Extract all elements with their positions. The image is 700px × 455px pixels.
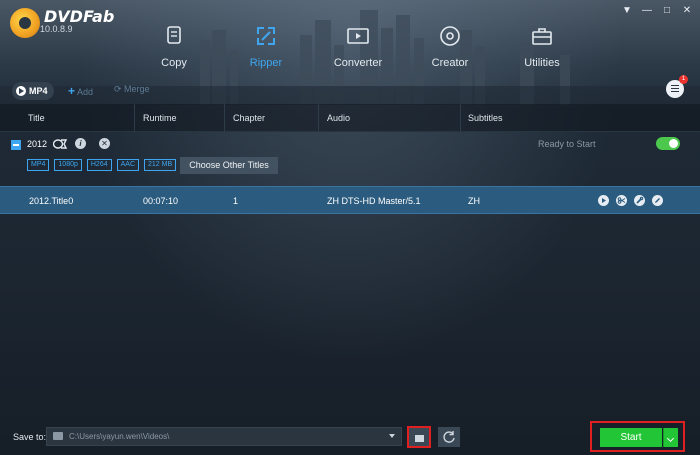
cell-title: 2012.Title0 — [29, 196, 74, 206]
tab-utilities[interactable]: Utilities — [496, 20, 588, 76]
browse-folder-button[interactable] — [407, 426, 431, 448]
merge-icon: ⟳ — [114, 84, 125, 94]
table-row[interactable]: 2012.Title0 00:07:10 1 ZH DTS-HD Master/… — [0, 186, 700, 214]
merge-button[interactable]: ⟳ Merge — [114, 84, 150, 95]
refresh-icon — [443, 431, 455, 443]
folder-icon — [53, 432, 63, 440]
disc-title: 2012 — [27, 139, 48, 149]
tab-copy-label: Copy — [161, 57, 187, 69]
tab-ripper-label: Ripper — [249, 57, 283, 69]
tab-converter[interactable]: Converter — [312, 20, 404, 76]
tab-creator[interactable]: Creator — [404, 20, 496, 76]
output-path-field[interactable]: C:\Users\yayun.wen\Videos\ — [46, 427, 402, 446]
open-folder-icon — [415, 435, 424, 442]
ripper-icon — [257, 27, 275, 45]
merge-label: Merge — [124, 84, 150, 94]
tab-ripper[interactable]: Ripper — [220, 20, 312, 76]
cell-audio[interactable]: ZH DTS-HD Master/5.1 — [327, 196, 421, 206]
minimize-icon[interactable]: — — [642, 6, 652, 16]
chevron-down-icon[interactable] — [389, 434, 395, 438]
creator-icon — [440, 26, 460, 46]
start-options-dropdown[interactable] — [663, 428, 678, 447]
wrench-icon[interactable] — [634, 195, 645, 206]
choose-other-titles-button[interactable]: Choose Other Titles — [180, 157, 278, 174]
list-icon — [671, 85, 679, 93]
header-divider — [318, 104, 319, 132]
scissors-icon[interactable] — [616, 195, 627, 206]
maximize-icon[interactable]: □ — [662, 6, 672, 16]
header-divider — [460, 104, 461, 132]
play-icon[interactable] — [598, 195, 609, 206]
header-audio: Audio — [327, 113, 351, 123]
app-version: 10.0.8.9 — [40, 24, 73, 34]
enable-toggle[interactable] — [656, 137, 680, 150]
module-tabs: Copy Ripper Converter Creator Utilities — [128, 20, 588, 76]
plus-icon: + — [68, 84, 76, 98]
tag-video-codec: H264 — [86, 159, 112, 171]
refresh-button[interactable] — [438, 427, 460, 447]
table-header: Title Runtime Chapter Audio Subtitles — [0, 104, 700, 132]
add-label: Add — [77, 87, 94, 97]
play-circle-icon — [16, 86, 26, 96]
sub-toolbar: MP4 + Add ⟳ Merge 1 — [0, 75, 700, 102]
dvdfab-logo-mark-icon — [10, 8, 40, 38]
notification-badge: 1 — [679, 75, 688, 84]
status-text: Ready to Start — [538, 139, 596, 149]
tag-audio-codec: AAC — [116, 159, 140, 171]
copy-icon — [167, 26, 181, 44]
header-divider — [224, 104, 225, 132]
bluray-disc-icon — [53, 139, 67, 149]
tag-size: 212 MB — [144, 159, 177, 171]
dvdfab-window: DVDFab 10.0.8.9 ▼ — □ ✕ Copy Ripper Conv… — [0, 0, 700, 455]
header-chapter: Chapter — [233, 113, 266, 123]
save-to-label: Save to: — [13, 432, 47, 442]
start-button[interactable]: Start — [600, 428, 662, 447]
disc-source-row: 2012 i ✕ Ready to Start MP4 1080p H264 A… — [0, 133, 700, 185]
dropdown-menu-icon[interactable]: ▼ — [622, 6, 632, 16]
edit-icon[interactable] — [652, 195, 663, 206]
utilities-icon — [532, 28, 552, 45]
tab-creator-label: Creator — [431, 57, 469, 69]
header-runtime: Runtime — [143, 113, 177, 123]
output-profile-tags: MP4 1080p H264 AAC 212 MB — [27, 159, 177, 171]
output-format-label: MP4 — [29, 86, 48, 96]
tab-utilities-label: Utilities — [524, 57, 560, 69]
header-divider — [134, 104, 135, 132]
header-subtitles: Subtitles — [468, 113, 503, 123]
cell-subtitles[interactable]: ZH — [468, 196, 480, 206]
start-highlight: Start — [590, 421, 685, 452]
task-queue-button[interactable]: 1 — [666, 75, 688, 98]
window-controls: ▼ — □ ✕ — [622, 6, 692, 16]
header-title: Title — [28, 113, 45, 123]
tag-container: MP4 — [27, 159, 50, 171]
add-source-button[interactable]: + Add — [68, 84, 93, 98]
output-format-button[interactable]: MP4 — [12, 82, 54, 100]
info-icon[interactable]: i — [75, 138, 86, 149]
collapse-icon[interactable] — [11, 140, 21, 150]
bottom-bar: Save to: C:\Users\yayun.wen\Videos\ Star… — [0, 418, 700, 455]
tab-converter-label: Converter — [333, 57, 383, 69]
row-actions — [598, 195, 663, 206]
tag-resolution: 1080p — [54, 159, 82, 171]
converter-icon — [347, 28, 369, 44]
close-window-icon[interactable]: ✕ — [682, 6, 692, 16]
cell-runtime: 00:07:10 — [143, 196, 179, 206]
logo-text: DVDFab — [44, 7, 115, 26]
remove-source-icon[interactable]: ✕ — [99, 138, 110, 149]
cell-chapter: 1 — [233, 196, 239, 206]
tab-copy[interactable]: Copy — [128, 20, 220, 76]
